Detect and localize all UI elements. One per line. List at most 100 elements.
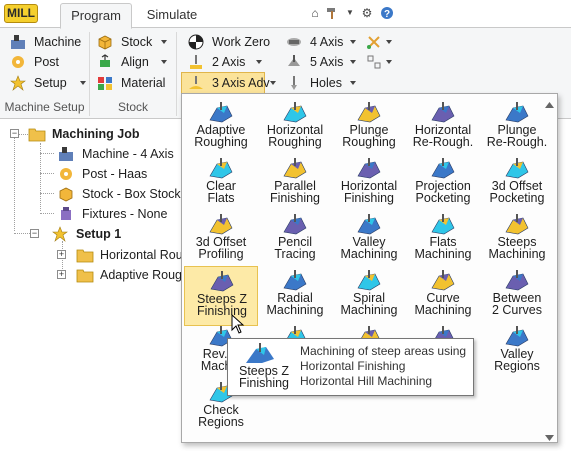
offset-pocketing-icon — [505, 158, 529, 180]
tree-item-fixtures[interactable]: Fixtures - None — [0, 204, 190, 224]
tree-item-machine[interactable]: Machine - 4 Axis — [0, 144, 190, 164]
chevron-down-icon — [270, 81, 276, 85]
three-axis-adv-icon — [188, 75, 204, 91]
tree-item-machining-job[interactable]: − Machining Job — [0, 124, 190, 144]
holes-icon — [286, 75, 302, 91]
menu-item-steeps-z-finishing[interactable]: Steeps Z Finishing — [184, 266, 258, 326]
tree-item-adaptive-rough[interactable]: + Adaptive Rough — [0, 265, 190, 285]
menu-item-offset-pocketing[interactable]: 3d Offset Pocketing — [480, 154, 554, 214]
clear-flats-icon — [209, 158, 233, 180]
align-icon — [97, 54, 113, 70]
menu-item-label: Steeps Machining — [488, 235, 546, 261]
adaptive-roughing-icon — [209, 102, 233, 124]
work-zero-icon — [188, 34, 204, 50]
dropdown-icon[interactable]: ▼ — [343, 6, 357, 20]
plunge-roughing-icon — [357, 102, 381, 124]
chevron-down-icon — [350, 60, 356, 64]
group-label-machine-setup: Machine Setup — [4, 100, 85, 114]
menu-item-label: 3d Offset Profiling — [195, 235, 247, 261]
tree-item-horizontal-rough[interactable]: + Horizontal Rough — [0, 245, 197, 265]
menu-item-label: Parallel Finishing — [269, 179, 321, 205]
menu-item-label: Radial Machining — [266, 291, 324, 317]
menu-item-valley-machining[interactable]: Valley Machining — [332, 210, 406, 270]
menu-item-flats-machining[interactable]: Flats Machining — [406, 210, 480, 270]
tooltip-line: Machining of steep areas using — [300, 344, 467, 358]
chevron-down-icon — [256, 60, 262, 64]
tree-item-post[interactable]: Post - Haas — [0, 164, 190, 184]
menu-item-valley-regions[interactable]: Valley Regions — [480, 322, 554, 382]
tooltip-title: Steeps Z Finishing — [238, 364, 290, 390]
menu-item-curve-machining[interactable]: Curve Machining — [406, 266, 480, 326]
menu-item-radial-machining[interactable]: Radial Machining — [258, 266, 332, 326]
menu-item-steeps-machining[interactable]: Steeps Machining — [480, 210, 554, 270]
projection-pocketing-icon — [431, 158, 455, 180]
menu-item-label: Horizontal Finishing — [340, 179, 398, 205]
menu-item-plunge-rerough[interactable]: Plunge Re-Rough. — [480, 98, 554, 158]
gear-icon[interactable]: ⚙ — [360, 6, 374, 20]
setup-icon — [52, 226, 68, 242]
tree-item-stock[interactable]: Stock - Box Stock — [0, 184, 190, 204]
folder-icon — [76, 247, 94, 263]
folder-icon — [76, 267, 94, 283]
mouse-cursor-icon — [231, 313, 245, 334]
spiral-machining-icon — [357, 270, 381, 292]
menu-item-label: Valley Machining — [340, 235, 398, 261]
parallel-finishing-icon — [283, 158, 307, 180]
menu-item-horizontal-roughing[interactable]: Horizontal Roughing — [258, 98, 332, 158]
plunge-rerough-icon — [505, 102, 529, 124]
valley-machining-icon — [357, 214, 381, 236]
steeps-machining-icon — [505, 214, 529, 236]
valley-regions-icon — [505, 326, 529, 348]
ribbon-tab-bar: MILL Program Simulate ⌂ ▼ ⚙ ? — [0, 0, 571, 29]
steeps-z-finishing-icon — [244, 343, 276, 365]
menu-item-label: Between 2 Curves — [491, 291, 543, 317]
mill-app-badge[interactable]: MILL — [4, 4, 38, 23]
stock-box-icon — [97, 34, 113, 50]
tool-group-button[interactable] — [366, 52, 396, 72]
curve-machining-icon — [431, 270, 455, 292]
hammer-icon[interactable] — [326, 6, 340, 20]
menu-item-between-curves[interactable]: Between 2 Curves — [480, 266, 554, 326]
post-icon — [10, 54, 26, 70]
tooltip-line: Horizontal Hill Machining — [300, 374, 433, 388]
chevron-down-icon — [161, 60, 167, 64]
menu-item-clear-flats[interactable]: Clear Flats — [184, 154, 258, 214]
chevron-down-icon — [350, 81, 356, 85]
post-icon — [58, 166, 74, 182]
material-icon — [97, 75, 113, 91]
tab-simulate[interactable]: Simulate — [138, 3, 206, 28]
menu-item-plunge-roughing[interactable]: Plunge Roughing — [332, 98, 406, 158]
menu-item-horizontal-rerough[interactable]: Horizontal Re-Rough. — [406, 98, 480, 158]
collapse-icon[interactable]: − — [10, 129, 19, 138]
menu-item-label: Clear Flats — [206, 179, 236, 205]
tab-program[interactable]: Program — [60, 3, 132, 29]
help-icon[interactable]: ? — [380, 6, 394, 20]
between-curves-icon — [505, 270, 529, 292]
menu-item-horizontal-finishing[interactable]: Horizontal Finishing — [332, 154, 406, 214]
tree-item-setup-1[interactable]: − Setup 1 — [0, 224, 190, 244]
svg-text:?: ? — [384, 9, 390, 20]
group-label-stock: Stock — [117, 100, 148, 114]
menu-item-adaptive-roughing[interactable]: Adaptive Roughing — [184, 98, 258, 158]
menu-item-label: Plunge Re-Rough. — [486, 123, 548, 149]
expand-icon[interactable]: + — [57, 270, 66, 279]
setup-icon — [10, 75, 26, 91]
home-icon[interactable]: ⌂ — [308, 6, 322, 20]
scroll-down-icon[interactable] — [545, 430, 554, 441]
menu-item-parallel-finishing[interactable]: Parallel Finishing — [258, 154, 332, 214]
menu-item-projection-pocketing[interactable]: Projection Pocketing — [406, 154, 480, 214]
menu-item-pencil-tracing[interactable]: Pencil Tracing — [258, 210, 332, 270]
menu-item-spiral-machining[interactable]: Spiral Machining — [332, 266, 406, 326]
menu-item-label: Steeps Z Finishing — [196, 292, 248, 318]
menu-item-label: Horizontal Re-Rough. — [412, 123, 474, 149]
menu-item-offset-profiling[interactable]: 3d Offset Profiling — [184, 210, 258, 270]
expand-icon[interactable]: + — [57, 250, 66, 259]
chevron-down-icon — [386, 60, 392, 64]
tool-edit-button[interactable] — [366, 32, 396, 52]
offset-profiling-icon — [209, 214, 233, 236]
chevron-down-icon — [80, 81, 86, 85]
collapse-icon[interactable]: − — [30, 229, 39, 238]
scissors-tool-icon — [366, 34, 382, 50]
job-tree: − Machining Job Machine - 4 Axis Post - … — [0, 119, 197, 451]
stock-box-icon — [58, 186, 74, 202]
